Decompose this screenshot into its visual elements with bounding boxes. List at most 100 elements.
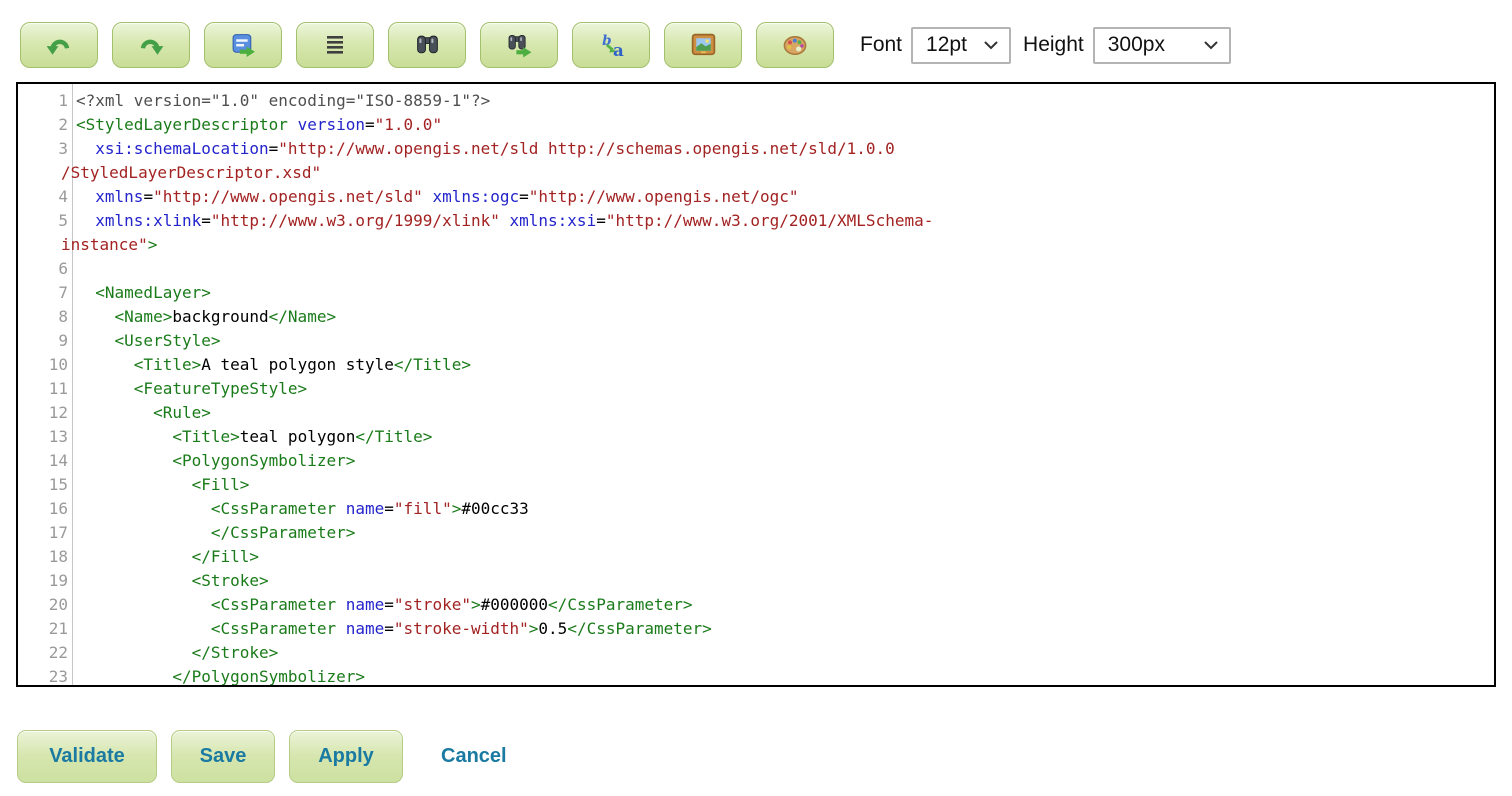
reset-highlight-button[interactable]: [756, 22, 834, 68]
code-row: 5 xmlns:xlink="http://www.w3.org/1999/xl…: [18, 209, 1494, 233]
action-bar: Validate Save Apply Cancel: [17, 730, 1512, 783]
editor-toolbar: b a: [0, 0, 1512, 70]
redo-button[interactable]: [112, 22, 190, 68]
code-row: 4 xmlns="http://www.opengis.net/sld" xml…: [18, 185, 1494, 209]
validate-button-label: Validate: [49, 745, 125, 768]
cancel-link[interactable]: Cancel: [441, 745, 507, 768]
redo-icon: [137, 32, 165, 58]
code-line: /StyledLayerDescriptor.xsd": [53, 161, 321, 185]
undo-icon: [45, 32, 73, 58]
line-number: 3: [18, 137, 68, 161]
code-line: </Stroke>: [68, 641, 278, 665]
syntax-highlight-button[interactable]: [664, 22, 742, 68]
line-number: 5: [18, 209, 68, 233]
editor-height-select[interactable]: 300px: [1093, 27, 1231, 64]
line-number: 18: [18, 545, 68, 569]
svg-text:a: a: [613, 39, 624, 58]
code-row: 19 <Stroke>: [18, 569, 1494, 593]
line-number: 12: [18, 401, 68, 425]
code-line: [68, 257, 76, 281]
code-line: <StyledLayerDescriptor version="1.0.0": [68, 113, 442, 137]
search-replace-icon: [506, 32, 533, 58]
code-row: 22 </Stroke>: [18, 641, 1494, 665]
code-line: <Title>teal polygon</Title>: [68, 425, 432, 449]
code-row: 2<StyledLayerDescriptor version="1.0.0": [18, 113, 1494, 137]
code-line: <CssParameter name="stroke-width">0.5</C…: [68, 617, 712, 641]
line-number: 13: [18, 425, 68, 449]
validate-button[interactable]: Validate: [17, 730, 157, 783]
code-line: <Name>background</Name>: [68, 305, 336, 329]
apply-button-label: Apply: [318, 745, 374, 768]
sld-style-editor: b a: [0, 0, 1512, 783]
line-number: 17: [18, 521, 68, 545]
code-row: 9 <UserStyle>: [18, 329, 1494, 353]
code-line: <FeatureTypeStyle>: [68, 377, 307, 401]
line-number: 1: [18, 89, 68, 113]
undo-button[interactable]: [20, 22, 98, 68]
code-line: <UserStyle>: [68, 329, 221, 353]
code-line: xsi:schemaLocation="http://www.opengis.n…: [68, 137, 895, 161]
code-editor-textarea[interactable]: 1<?xml version="1.0" encoding="ISO-8859-…: [16, 82, 1496, 687]
chevron-down-icon: [1204, 41, 1218, 50]
line-number: 7: [18, 281, 68, 305]
goto-line-icon: [230, 32, 257, 58]
code-row: 21 <CssParameter name="stroke-width">0.5…: [18, 617, 1494, 641]
code-row: 10 <Title>A teal polygon style</Title>: [18, 353, 1494, 377]
line-number: 11: [18, 377, 68, 401]
goto-line-button[interactable]: [204, 22, 282, 68]
code-row: 23 </PolygonSymbolizer>: [18, 665, 1494, 687]
code-row: /StyledLayerDescriptor.xsd": [18, 161, 1494, 185]
font-size-label: Font: [860, 33, 902, 57]
font-size-value: 12pt: [926, 33, 967, 57]
editor-height-value: 300px: [1108, 33, 1165, 57]
code-line: xmlns:xlink="http://www.w3.org/1999/xlin…: [68, 209, 933, 233]
replace-selection-button[interactable]: b a: [572, 22, 650, 68]
line-number: 23: [18, 665, 68, 687]
code-row: 1<?xml version="1.0" encoding="ISO-8859-…: [18, 89, 1494, 113]
code-row: 7 <NamedLayer>: [18, 281, 1494, 305]
code-row: 17 </CssParameter>: [18, 521, 1494, 545]
code-row: 3 xsi:schemaLocation="http://www.opengis…: [18, 137, 1494, 161]
line-number: 20: [18, 593, 68, 617]
search-button[interactable]: [388, 22, 466, 68]
line-number: 4: [18, 185, 68, 209]
code-line: <Stroke>: [68, 569, 269, 593]
line-number: 10: [18, 353, 68, 377]
code-row: 18 </Fill>: [18, 545, 1494, 569]
line-number: 9: [18, 329, 68, 353]
apply-button[interactable]: Apply: [289, 730, 403, 783]
code-row: instance">: [18, 233, 1494, 257]
code-row: 20 <CssParameter name="stroke">#000000</…: [18, 593, 1494, 617]
search-icon: [414, 32, 441, 58]
code-line: <PolygonSymbolizer>: [68, 449, 355, 473]
line-number: 6: [18, 257, 68, 281]
code-row: 16 <CssParameter name="fill">#00cc33: [18, 497, 1494, 521]
word-wrap-button[interactable]: [296, 22, 374, 68]
line-number: 16: [18, 497, 68, 521]
code-line: <Fill>: [68, 473, 249, 497]
code-row: 12 <Rule>: [18, 401, 1494, 425]
code-line: <NamedLayer>: [68, 281, 211, 305]
code-line: <Rule>: [68, 401, 211, 425]
code-row: 11 <FeatureTypeStyle>: [18, 377, 1494, 401]
save-button-label: Save: [200, 745, 247, 768]
font-size-select[interactable]: 12pt: [911, 27, 1011, 64]
line-number: 8: [18, 305, 68, 329]
editor-rows: 1<?xml version="1.0" encoding="ISO-8859-…: [18, 89, 1494, 687]
line-number: 15: [18, 473, 68, 497]
search-replace-button[interactable]: [480, 22, 558, 68]
save-button[interactable]: Save: [171, 730, 275, 783]
code-row: 13 <Title>teal polygon</Title>: [18, 425, 1494, 449]
line-number: 2: [18, 113, 68, 137]
code-line: </PolygonSymbolizer>: [68, 665, 365, 687]
code-line: <CssParameter name="stroke">#000000</Css…: [68, 593, 693, 617]
code-line: <?xml version="1.0" encoding="ISO-8859-1…: [68, 89, 490, 113]
code-row: 8 <Name>background</Name>: [18, 305, 1494, 329]
chevron-down-icon: [984, 41, 998, 50]
code-line: xmlns="http://www.opengis.net/sld" xmlns…: [68, 185, 799, 209]
replace-selection-icon: b a: [598, 32, 625, 59]
word-wrap-icon: [322, 32, 348, 58]
code-row: 15 <Fill>: [18, 473, 1494, 497]
code-line: <Title>A teal polygon style</Title>: [68, 353, 471, 377]
code-row: 14 <PolygonSymbolizer>: [18, 449, 1494, 473]
